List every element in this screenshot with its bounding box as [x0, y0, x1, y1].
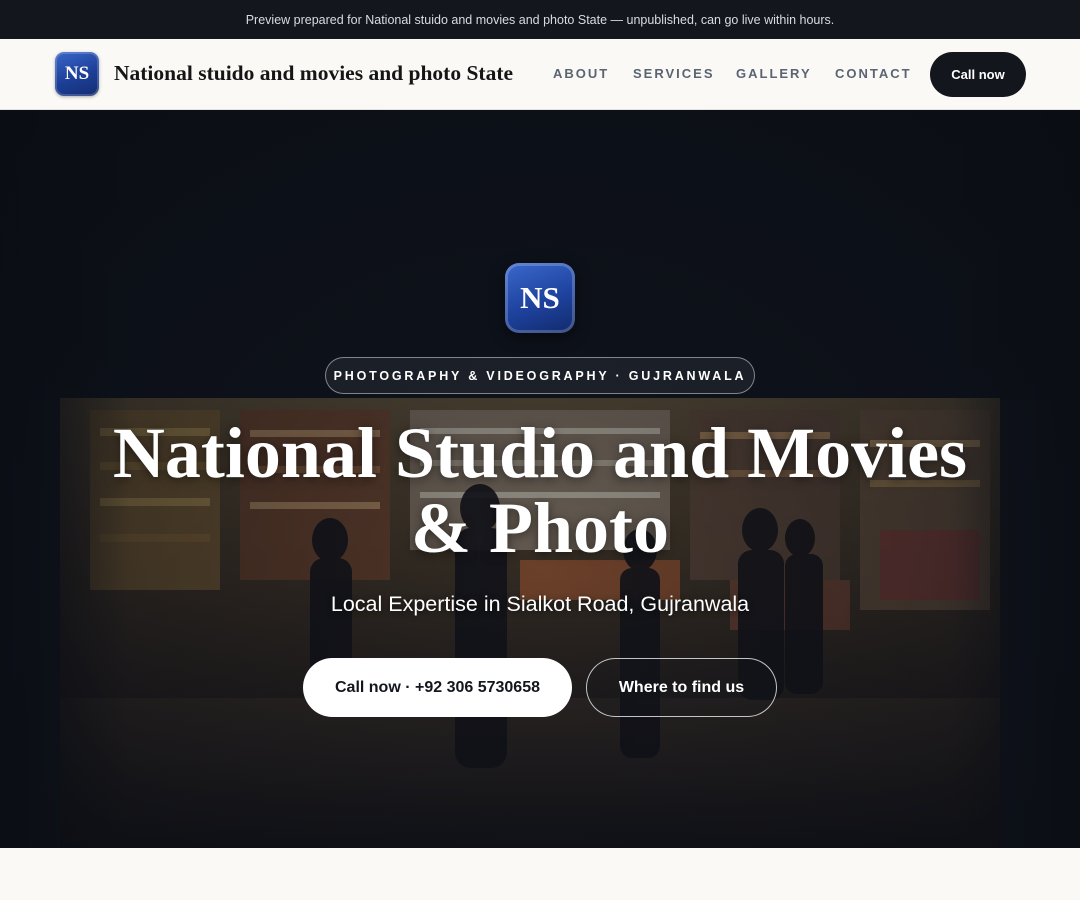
hero-call-button[interactable]: Call now · +92 306 5730658	[303, 658, 572, 717]
hero-logo-initials: NS	[520, 280, 560, 315]
site-header: NS National stuido and movies and photo …	[0, 39, 1080, 110]
hero-logo-badge: NS	[505, 263, 575, 333]
nav-link-gallery[interactable]: GALLERY	[736, 66, 812, 81]
hero-section: NS PHOTOGRAPHY & VIDEOGRAPHY · GUJRANWAL…	[0, 110, 1080, 848]
preview-banner: Preview prepared for National stuido and…	[0, 0, 1080, 39]
logo-badge[interactable]: NS	[55, 52, 99, 96]
logo-initials: NS	[64, 63, 90, 84]
brand-name[interactable]: National stuido and movies and photo Sta…	[114, 61, 513, 86]
hero-eyebrow-tag: PHOTOGRAPHY & VIDEOGRAPHY · GUJRANWALA	[325, 357, 755, 394]
nav-link-services[interactable]: SERVICES	[633, 66, 715, 81]
hero-subtitle: Local Expertise in Sialkot Road, Gujranw…	[330, 592, 750, 616]
nav-link-contact[interactable]: CONTACT	[835, 66, 912, 81]
call-now-button[interactable]: Call now	[930, 52, 1026, 97]
preview-banner-text: Preview prepared for National stuido and…	[245, 12, 835, 27]
hero-find-us-button[interactable]: Where to find us	[586, 658, 777, 717]
nav-link-about[interactable]: ABOUT	[553, 66, 609, 81]
hero-title: National Studio and Movies & Photo	[112, 413, 968, 568]
